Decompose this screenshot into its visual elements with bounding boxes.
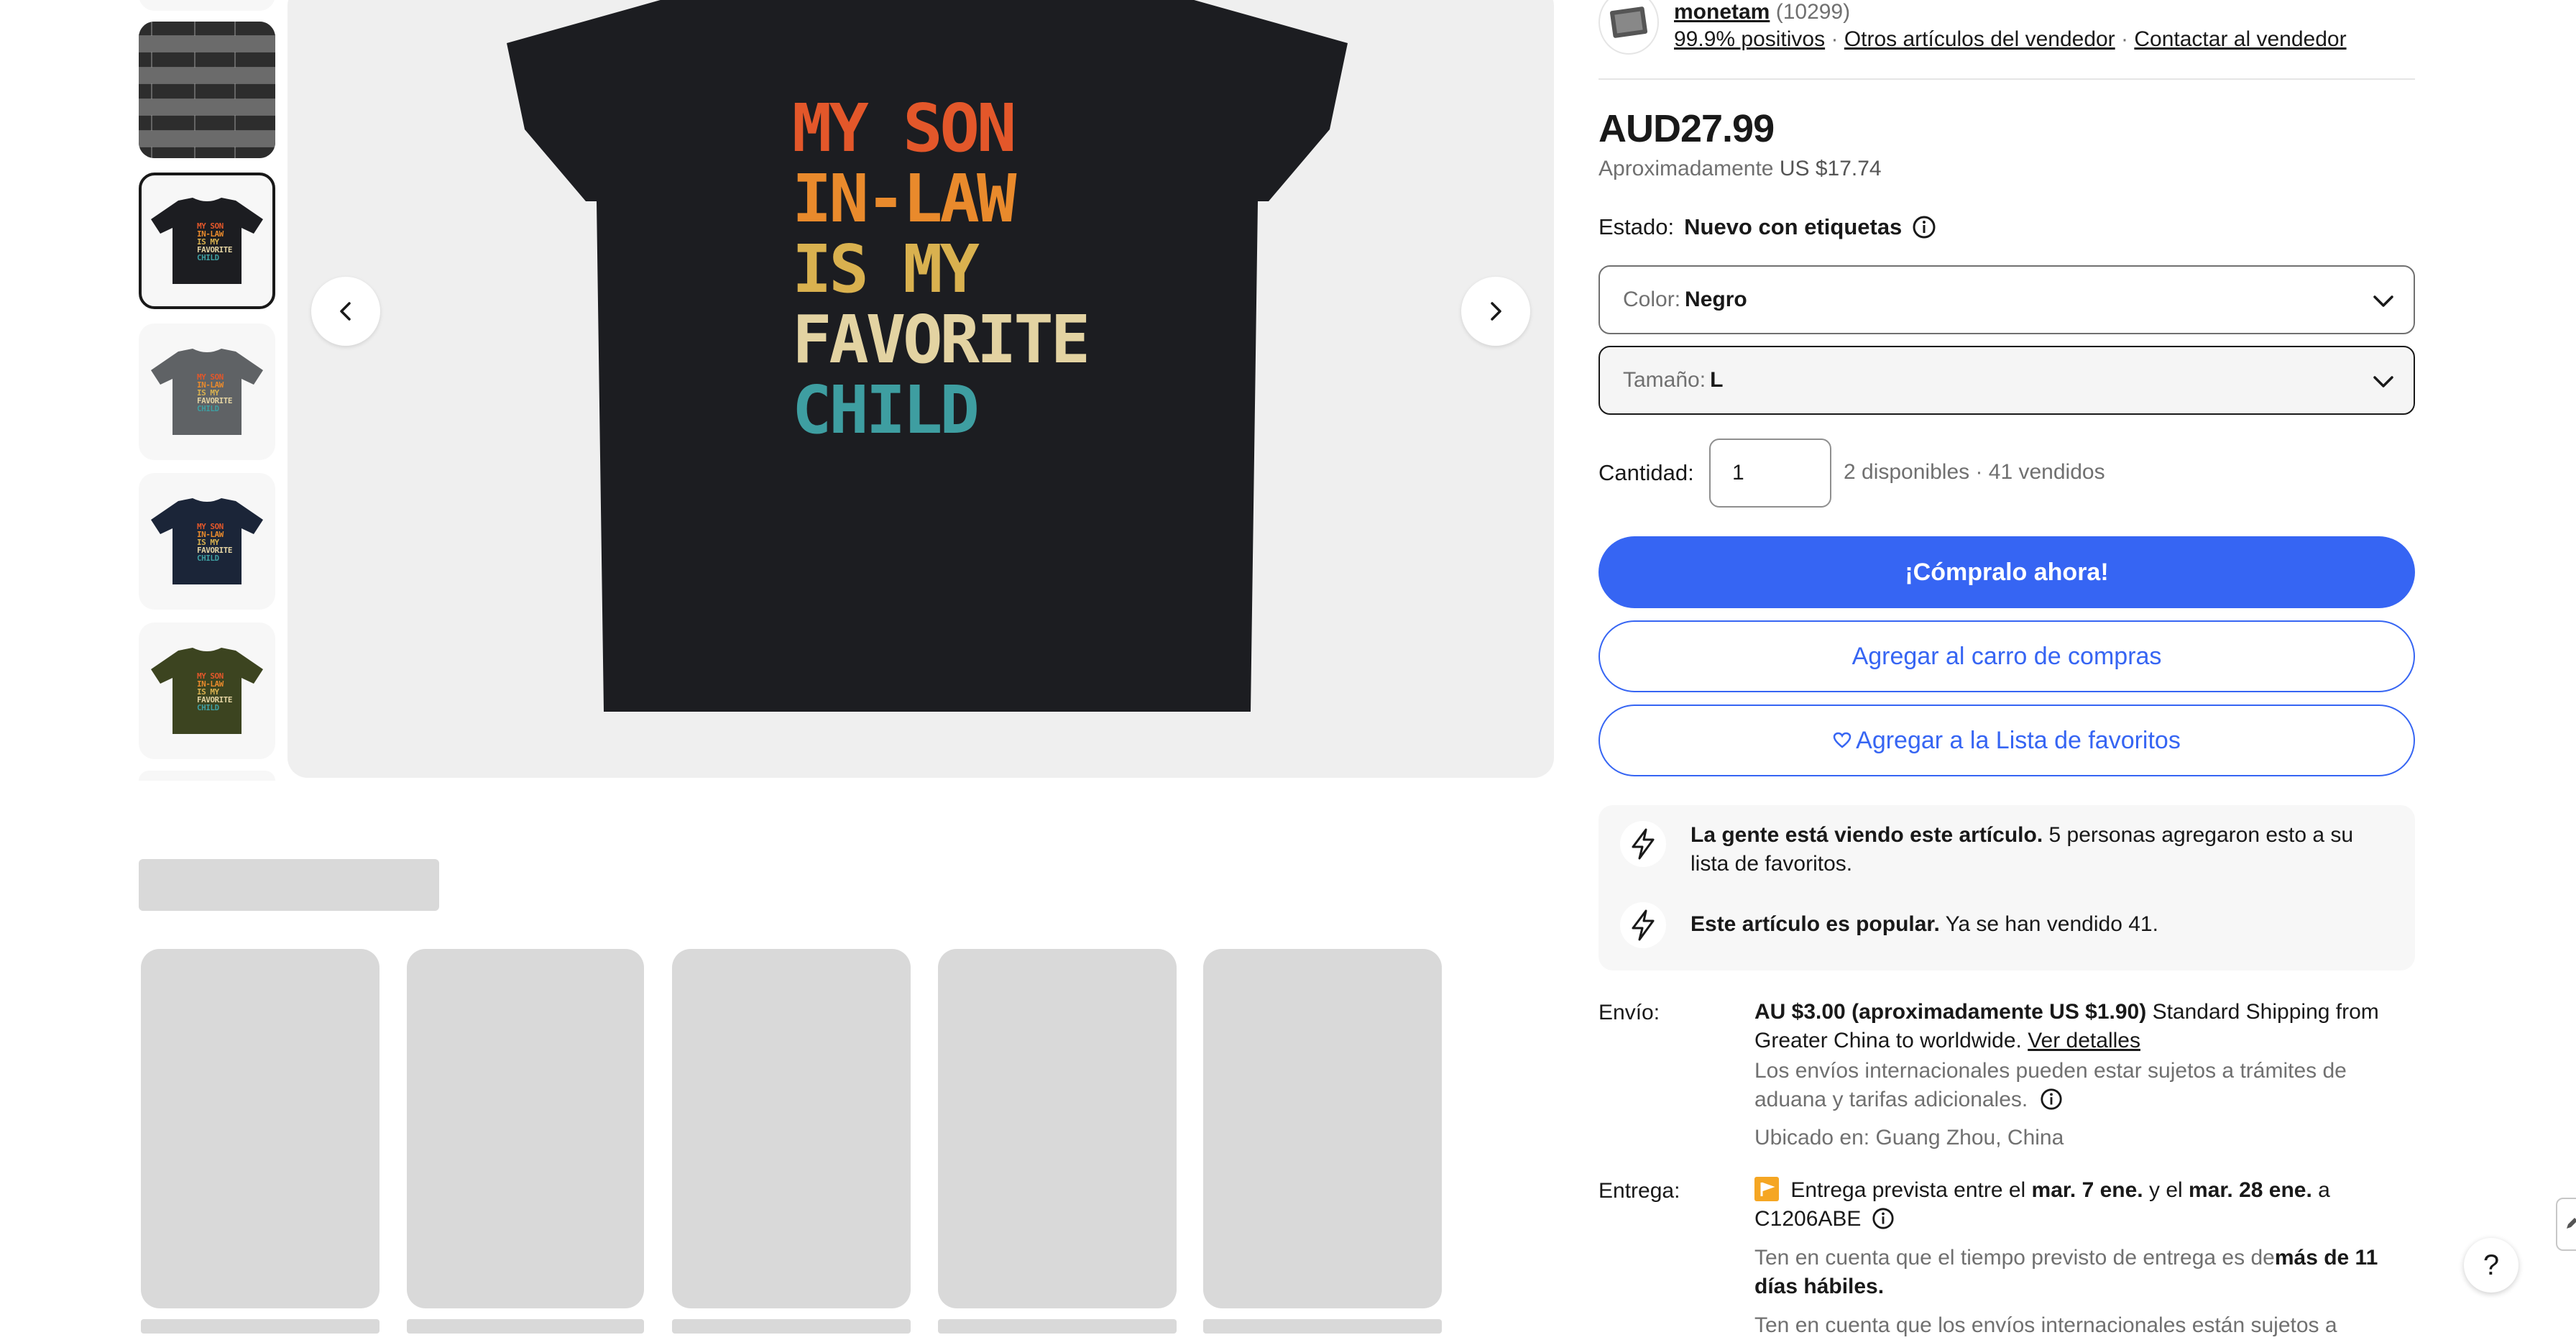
delivery-date-end: mar. 28 ene. xyxy=(2189,1178,2312,1202)
shirt-navy-thumb: MY SON IN-LAW IS MY FAVORITE CHILD xyxy=(150,498,264,584)
shipping-price: AU $3.00 (aproximadamente US $1.90) xyxy=(1754,1000,2147,1024)
chevron-left-icon xyxy=(340,302,351,321)
skeleton-card-4 xyxy=(938,949,1177,1308)
signal-watching-bold: La gente está viendo este artículo. xyxy=(1690,823,2043,847)
shirt-black-thumb: MY SON IN-LAW IS MY FAVORITE CHILD xyxy=(150,198,264,284)
shipping-info: AU $3.00 (aproximadamente US $1.90) Stan… xyxy=(1754,998,2387,1055)
chevron-down-icon xyxy=(2373,376,2393,387)
skeleton-card-1 xyxy=(141,949,380,1308)
quantity-label: Cantidad: xyxy=(1598,460,1694,485)
approx-price: Aproximadamente US $17.74 xyxy=(1598,157,1882,181)
skeleton-line-4 xyxy=(938,1319,1177,1334)
thumbnail-gray[interactable]: MY SON IN-LAW IS MY FAVORITE CHILD xyxy=(139,323,275,460)
shirt-gray-thumb: MY SON IN-LAW IS MY FAVORITE CHILD xyxy=(150,349,264,435)
thumbnail-navy[interactable]: MY SON IN-LAW IS MY FAVORITE CHILD xyxy=(139,473,275,610)
thumbnail-0[interactable] xyxy=(139,0,275,11)
flag-icon xyxy=(1754,1177,1779,1201)
next-image-button[interactable] xyxy=(1461,277,1530,346)
seller-other-items-link[interactable]: Otros artículos del vendedor xyxy=(1844,27,2115,51)
condition-value: Nuevo con etiquetas xyxy=(1684,214,1903,239)
seller-feedback-count: (10299) xyxy=(1775,0,1851,24)
price: AUD27.99 xyxy=(1598,107,1775,150)
prev-image-button[interactable] xyxy=(311,277,380,346)
divider xyxy=(1598,78,2415,80)
seller-name-link[interactable]: monetam xyxy=(1674,0,1770,24)
approx-value: US $17.74 xyxy=(1779,157,1882,180)
skeleton-card-5 xyxy=(1203,949,1442,1308)
thumbnail-olive[interactable]: MY SON IN-LAW IS MY FAVORITE CHILD xyxy=(139,623,275,759)
intl-shipping-note: Los envíos internacionales pueden estar … xyxy=(1754,1057,2387,1114)
chevron-right-icon xyxy=(1491,302,1501,321)
item-location: Ubicado en: Guang Zhou, China xyxy=(1754,1126,2064,1149)
condition-row: Estado: Nuevo con etiquetas xyxy=(1598,214,1936,240)
condition-label: Estado: xyxy=(1598,214,1675,239)
size-select[interactable]: Tamaño: L xyxy=(1598,346,2415,415)
heart-icon xyxy=(1833,732,1852,748)
delivery-date-start: mar. 7 ene. xyxy=(2031,1178,2143,1202)
store-avatar-icon[interactable] xyxy=(1598,0,1659,55)
delivery-estimate: Entrega prevista entre el mar. 7 ene. y … xyxy=(1754,1176,2387,1234)
help-icon[interactable]: ? xyxy=(2464,1238,2518,1293)
skeleton-heading xyxy=(139,859,439,911)
urgency-signals-panel: La gente está viendo este artículo. 5 pe… xyxy=(1598,805,2415,970)
separator: · xyxy=(2121,27,2129,51)
shirt-print-text: MY SON IN-LAW IS MY FAVORITE CHILD xyxy=(792,90,1090,449)
shirt-line-4: FAVORITE xyxy=(792,301,1090,378)
delivery-intl-note: Ten en cuenta que los envíos internacion… xyxy=(1754,1313,2337,1337)
thumbnail-black[interactable]: MY SON IN-LAW IS MY FAVORITE CHILD xyxy=(139,173,275,309)
seller-links-row: 99.9% positivos · Otros artículos del ve… xyxy=(1674,27,2347,52)
shipping-label: Envío: xyxy=(1598,1001,1660,1024)
shirt-line-3: IS MY xyxy=(792,231,980,308)
skeleton-line-5 xyxy=(1203,1319,1442,1334)
delivery-time-note: Ten en cuenta que el tiempo previsto de … xyxy=(1754,1244,2387,1301)
main-product-image: MY SON IN-LAW IS MY FAVORITE CHILD xyxy=(288,0,1554,778)
info-icon[interactable] xyxy=(1912,215,1936,239)
pencil-icon xyxy=(2567,1218,2576,1229)
quantity-input[interactable]: 1 xyxy=(1709,439,1831,508)
size-value: L xyxy=(1710,368,1724,392)
skeleton-line-1 xyxy=(141,1319,380,1334)
lightning-icon xyxy=(1620,902,1666,948)
signal-watching: La gente está viendo este artículo. 5 pe… xyxy=(1690,821,2395,878)
size-chart-image xyxy=(139,22,275,158)
color-value: Negro xyxy=(1685,288,1747,311)
thumbnail-next-partial[interactable] xyxy=(139,771,275,781)
delivery-label: Entrega: xyxy=(1598,1179,1680,1203)
thumbnail-size-chart[interactable] xyxy=(139,22,275,158)
info-icon[interactable] xyxy=(1872,1207,1895,1230)
shirt-line-5: CHILD xyxy=(792,372,980,449)
size-label: Tamaño: xyxy=(1623,368,1706,392)
delivery-mid: y el xyxy=(2149,1178,2183,1202)
skeleton-line-3 xyxy=(672,1319,911,1334)
info-icon[interactable] xyxy=(2040,1088,2063,1111)
delivery-pre: Entrega prevista entre el xyxy=(1790,1178,2026,1202)
signal-popular-bold: Este artículo es popular. xyxy=(1690,912,1940,936)
skeleton-card-3 xyxy=(672,949,911,1308)
watchlist-label: Agregar a la Lista de favoritos xyxy=(1856,726,2181,754)
availability-text: 2 disponibles · 41 vendidos xyxy=(1844,460,2105,484)
lightning-icon xyxy=(1620,821,1666,867)
seller-name-row: monetam (10299) xyxy=(1674,0,1850,24)
signal-popular-text: Ya se han vendido 41. xyxy=(1945,912,2158,936)
color-label: Color: xyxy=(1623,288,1681,311)
feedback-tab[interactable] xyxy=(2556,1198,2576,1251)
buy-now-button[interactable]: ¡Cómpralo ahora! xyxy=(1598,536,2415,608)
delivery-note-pre: Ten en cuenta que el tiempo previsto de … xyxy=(1754,1246,2275,1270)
add-to-cart-button[interactable]: Agregar al carro de compras xyxy=(1598,620,2415,692)
chevron-down-icon xyxy=(2373,295,2393,307)
color-select[interactable]: Color: Negro xyxy=(1598,265,2415,334)
skeleton-card-2 xyxy=(407,949,644,1308)
help-label: ? xyxy=(2483,1249,2500,1281)
add-to-watchlist-button[interactable]: Agregar a la Lista de favoritos xyxy=(1598,705,2415,776)
shirt-line-2: IN-LAW xyxy=(792,160,1016,237)
shirt-line-1: MY SON xyxy=(792,90,1016,167)
approx-label: Aproximadamente xyxy=(1598,157,1774,180)
skeleton-line-2 xyxy=(407,1319,644,1334)
signal-popular: Este artículo es popular. Ya se han vend… xyxy=(1690,910,2395,939)
contact-seller-link[interactable]: Contactar al vendedor xyxy=(2134,27,2346,51)
separator: · xyxy=(1831,27,1839,51)
shipping-details-link[interactable]: Ver detalles xyxy=(2028,1029,2140,1052)
shirt-olive-thumb: MY SON IN-LAW IS MY FAVORITE CHILD xyxy=(150,648,264,734)
seller-positive-link[interactable]: 99.9% positivos xyxy=(1674,27,1825,51)
